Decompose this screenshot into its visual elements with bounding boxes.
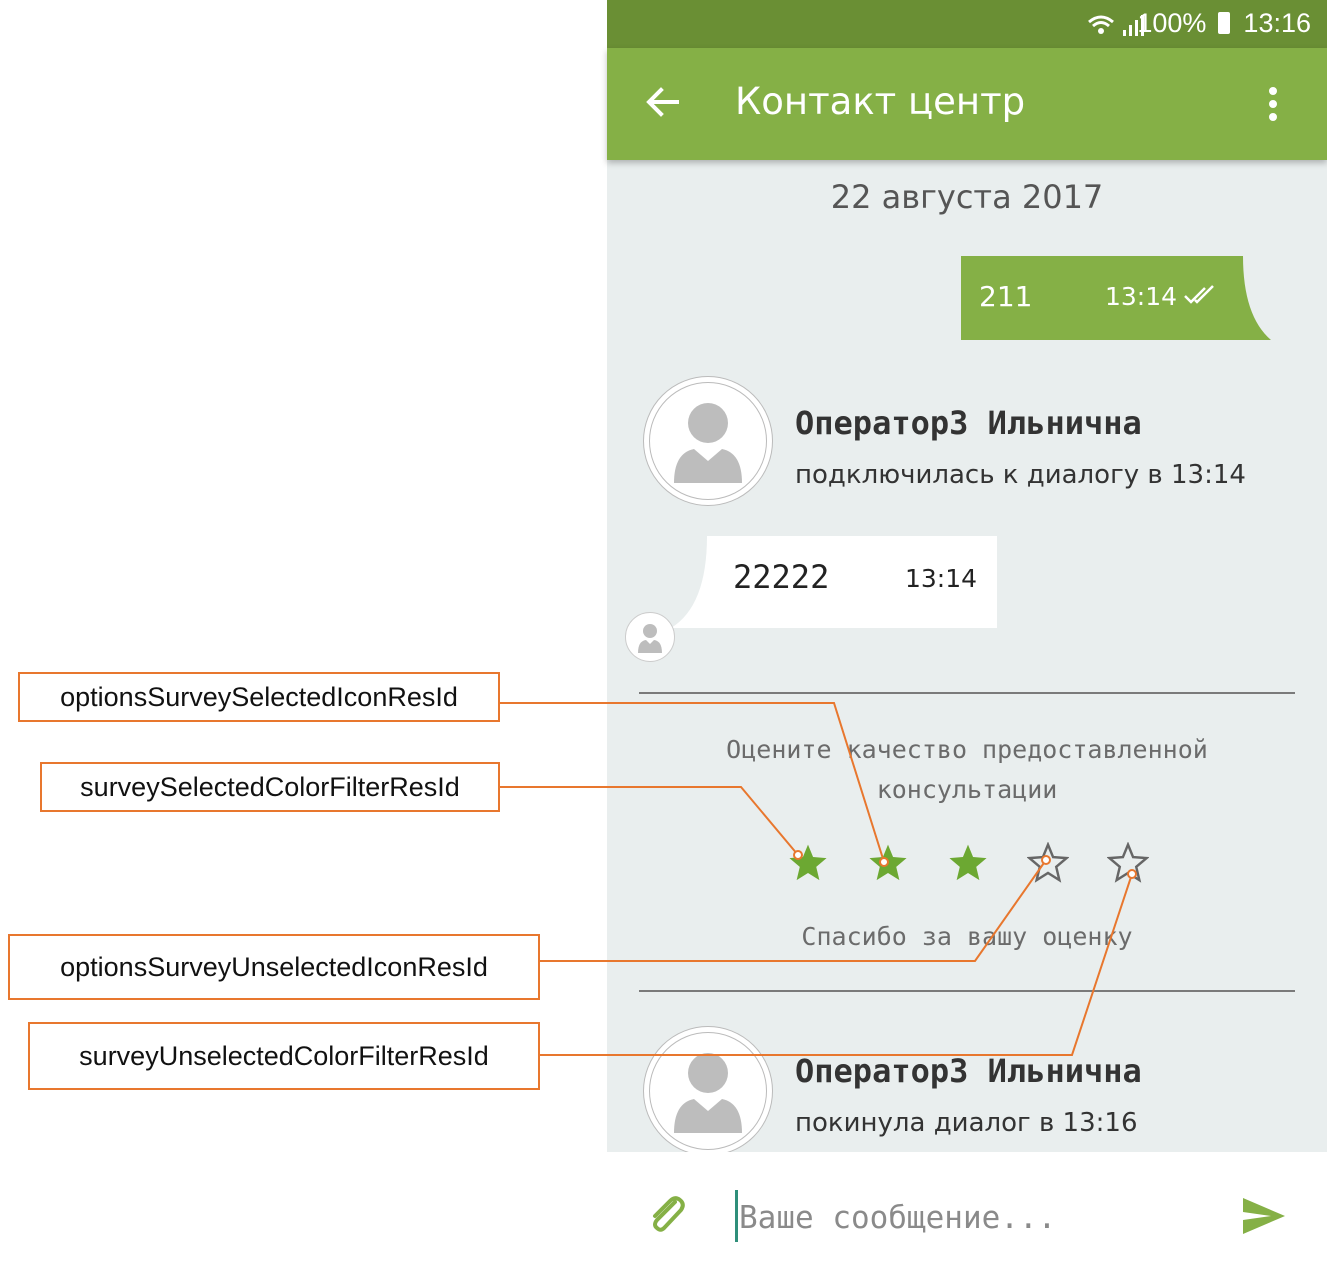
annotation-unselected-icon: optionsSurveyUnselectedIconResId [8, 934, 540, 1000]
annotation-selected-icon: optionsSurveySelectedIconResId [18, 672, 500, 722]
annotation-unselected-color: surveyUnselectedColorFilterResId [28, 1022, 540, 1090]
annotation-selected-color: surveySelectedColorFilterResId [40, 762, 500, 812]
